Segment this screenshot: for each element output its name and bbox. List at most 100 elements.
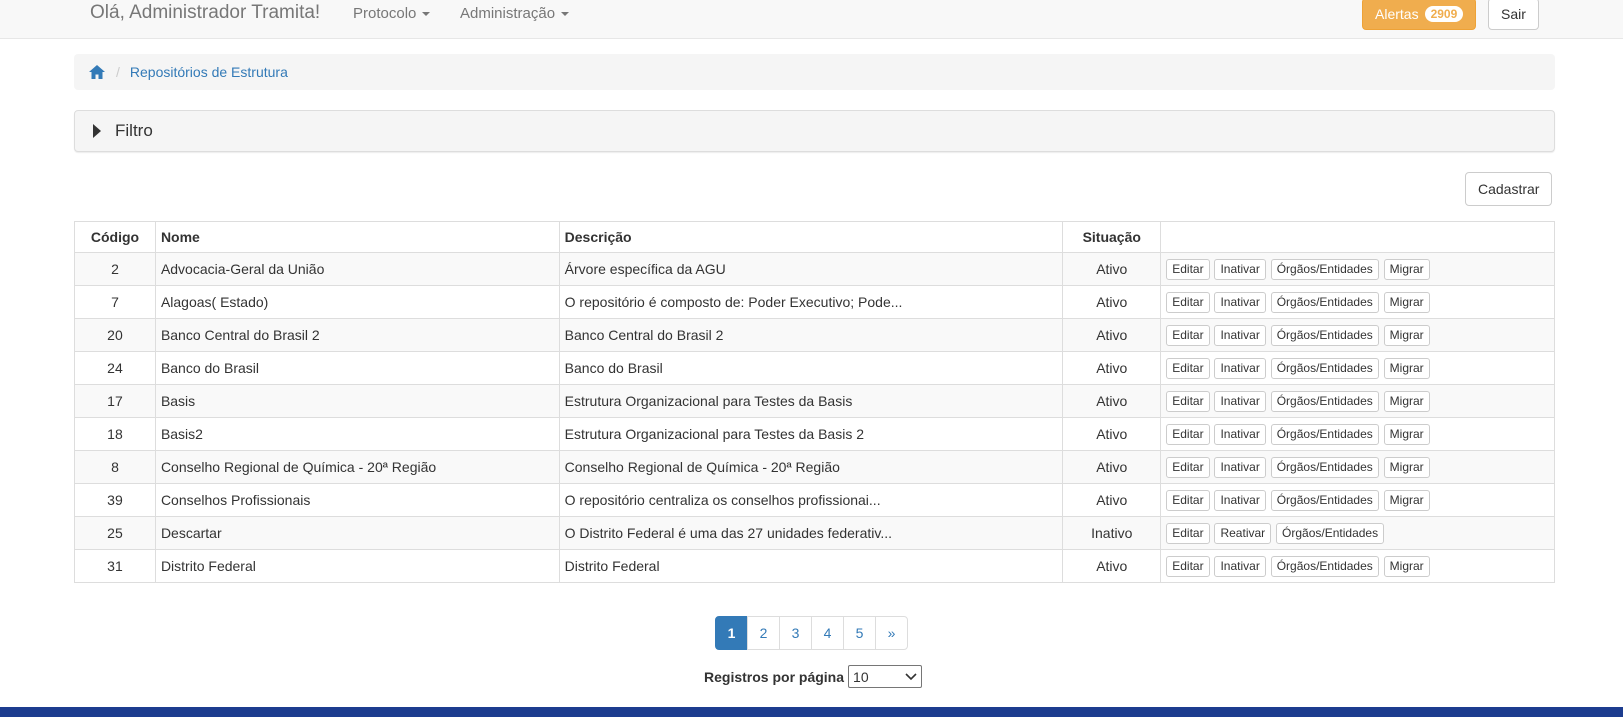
page-4[interactable]: 4 [811,616,844,650]
inactivate-button[interactable]: Inativar [1214,456,1266,478]
cell-actions: Editar Reativar Órgãos/Entidades [1160,516,1555,550]
cell-name: Descartar [154,516,560,550]
migrate-button[interactable]: Migrar [1383,357,1430,379]
page-size-select[interactable]: 10 [848,665,923,688]
reactivate-button[interactable]: Reativar [1214,522,1272,544]
pagination: 1 2 3 4 5 » [715,616,908,650]
migrate-button[interactable]: Migrar [1383,390,1430,412]
page-1[interactable]: 1 [715,616,748,650]
inactivate-button[interactable]: Inativar [1214,423,1266,445]
cell-code: 39 [74,483,156,517]
cell-name: Conselhos Profissionais [154,483,560,517]
page-3[interactable]: 3 [779,616,812,650]
inactivate-button[interactable]: Inativar [1214,291,1266,313]
migrate-button[interactable]: Migrar [1383,291,1430,313]
organs-entities-button[interactable]: Órgãos/Entidades [1270,390,1379,412]
inactivate-button[interactable]: Inativar [1214,324,1266,346]
filter-panel-toggle[interactable]: Filtro [74,110,1555,152]
table-row: 7 Alagoas( Estado) O repositório é compo… [74,285,1555,319]
inactivate-button[interactable]: Inativar [1214,489,1266,511]
edit-button[interactable]: Editar [1166,522,1210,544]
cell-status: Ativo [1062,450,1162,484]
alerts-count-badge: 2909 [1424,6,1464,22]
table-row: 17 Basis Estrutura Organizacional para T… [74,384,1555,418]
inactivate-button[interactable]: Inativar [1214,258,1266,280]
edit-button[interactable]: Editar [1166,324,1210,346]
cell-code: 25 [74,516,156,550]
cell-name: Advocacia-Geral da União [154,252,560,286]
organs-entities-button[interactable]: Órgãos/Entidades [1270,258,1379,280]
cell-description: Árvore específica da AGU [558,252,1064,286]
cell-status: Ativo [1062,318,1162,352]
edit-button[interactable]: Editar [1166,357,1210,379]
create-button[interactable]: Cadastrar [1465,172,1553,206]
inactivate-button[interactable]: Inativar [1214,357,1266,379]
header-name: Nome [154,221,560,253]
edit-button[interactable]: Editar [1166,390,1210,412]
cell-code: 20 [74,318,156,352]
logout-button[interactable]: Sair [1488,0,1539,30]
table-row: 24 Banco do Brasil Banco do Brasil Ativo… [74,351,1555,385]
filter-title: Filtro [115,121,153,140]
cell-actions: Editar Inativar Órgãos/Entidades Migrar [1160,450,1555,484]
edit-button[interactable]: Editar [1166,555,1210,577]
cell-code: 31 [74,549,156,583]
cell-status: Ativo [1062,351,1162,385]
edit-button[interactable]: Editar [1166,489,1210,511]
migrate-button[interactable]: Migrar [1383,324,1430,346]
cell-description: Estrutura Organizacional para Testes da … [558,384,1064,418]
menu-administracao[interactable]: Administração [460,5,570,22]
header-code: Código [74,221,156,253]
alerts-label: Alertas [1375,6,1419,22]
organs-entities-button[interactable]: Órgãos/Entidades [1270,357,1379,379]
cell-description: Conselho Regional de Química - 20ª Regiã… [558,450,1064,484]
edit-button[interactable]: Editar [1166,423,1210,445]
menu-protocolo[interactable]: Protocolo [353,5,431,22]
cell-code: 2 [74,252,156,286]
page-size-value: 10 [853,668,869,685]
breadcrumb: / Repositórios de Estrutura [74,54,1555,90]
greeting: Olá, Administrador Tramita! [90,2,321,23]
cell-name: Banco Central do Brasil 2 [154,318,560,352]
migrate-button[interactable]: Migrar [1383,489,1430,511]
table-row: 18 Basis2 Estrutura Organizacional para … [74,417,1555,451]
header-status: Situação [1062,221,1162,253]
migrate-button[interactable]: Migrar [1383,258,1430,280]
migrate-button[interactable]: Migrar [1383,555,1430,577]
cell-name: Basis [154,384,560,418]
edit-button[interactable]: Editar [1166,456,1210,478]
organs-entities-button[interactable]: Órgãos/Entidades [1270,423,1379,445]
migrate-button[interactable]: Migrar [1383,456,1430,478]
cell-name: Banco do Brasil [154,351,560,385]
header-actions [1160,221,1555,253]
home-icon[interactable] [88,64,106,80]
cell-description: Banco Central do Brasil 2 [558,318,1064,352]
caret-down-icon [422,12,431,17]
organs-entities-button[interactable]: Órgãos/Entidades [1276,522,1385,544]
inactivate-button[interactable]: Inativar [1214,390,1266,412]
page-next[interactable]: » [875,616,908,650]
organs-entities-button[interactable]: Órgãos/Entidades [1270,291,1379,313]
cell-description: Banco do Brasil [558,351,1064,385]
breadcrumb-separator: / [116,64,120,80]
edit-button[interactable]: Editar [1166,291,1210,313]
cell-name: Basis2 [154,417,560,451]
page-2[interactable]: 2 [747,616,780,650]
organs-entities-button[interactable]: Órgãos/Entidades [1270,555,1379,577]
cell-actions: Editar Inativar Órgãos/Entidades Migrar [1160,351,1555,385]
alerts-button[interactable]: Alertas 2909 [1362,0,1477,30]
organs-entities-button[interactable]: Órgãos/Entidades [1270,324,1379,346]
repositories-table: Código Nome Descrição Situação 2 Advocac… [74,221,1555,583]
organs-entities-button[interactable]: Órgãos/Entidades [1270,456,1379,478]
breadcrumb-current[interactable]: Repositórios de Estrutura [130,64,288,80]
edit-button[interactable]: Editar [1166,258,1210,280]
table-row: 25 Descartar O Distrito Federal é uma da… [74,516,1555,550]
menu-administracao-label: Administração [460,5,556,22]
cell-description: O repositório centraliza os conselhos pr… [558,483,1064,517]
page-5[interactable]: 5 [843,616,876,650]
cell-status: Ativo [1062,252,1162,286]
organs-entities-button[interactable]: Órgãos/Entidades [1270,489,1379,511]
inactivate-button[interactable]: Inativar [1214,555,1266,577]
migrate-button[interactable]: Migrar [1383,423,1430,445]
caret-down-icon [561,12,570,17]
